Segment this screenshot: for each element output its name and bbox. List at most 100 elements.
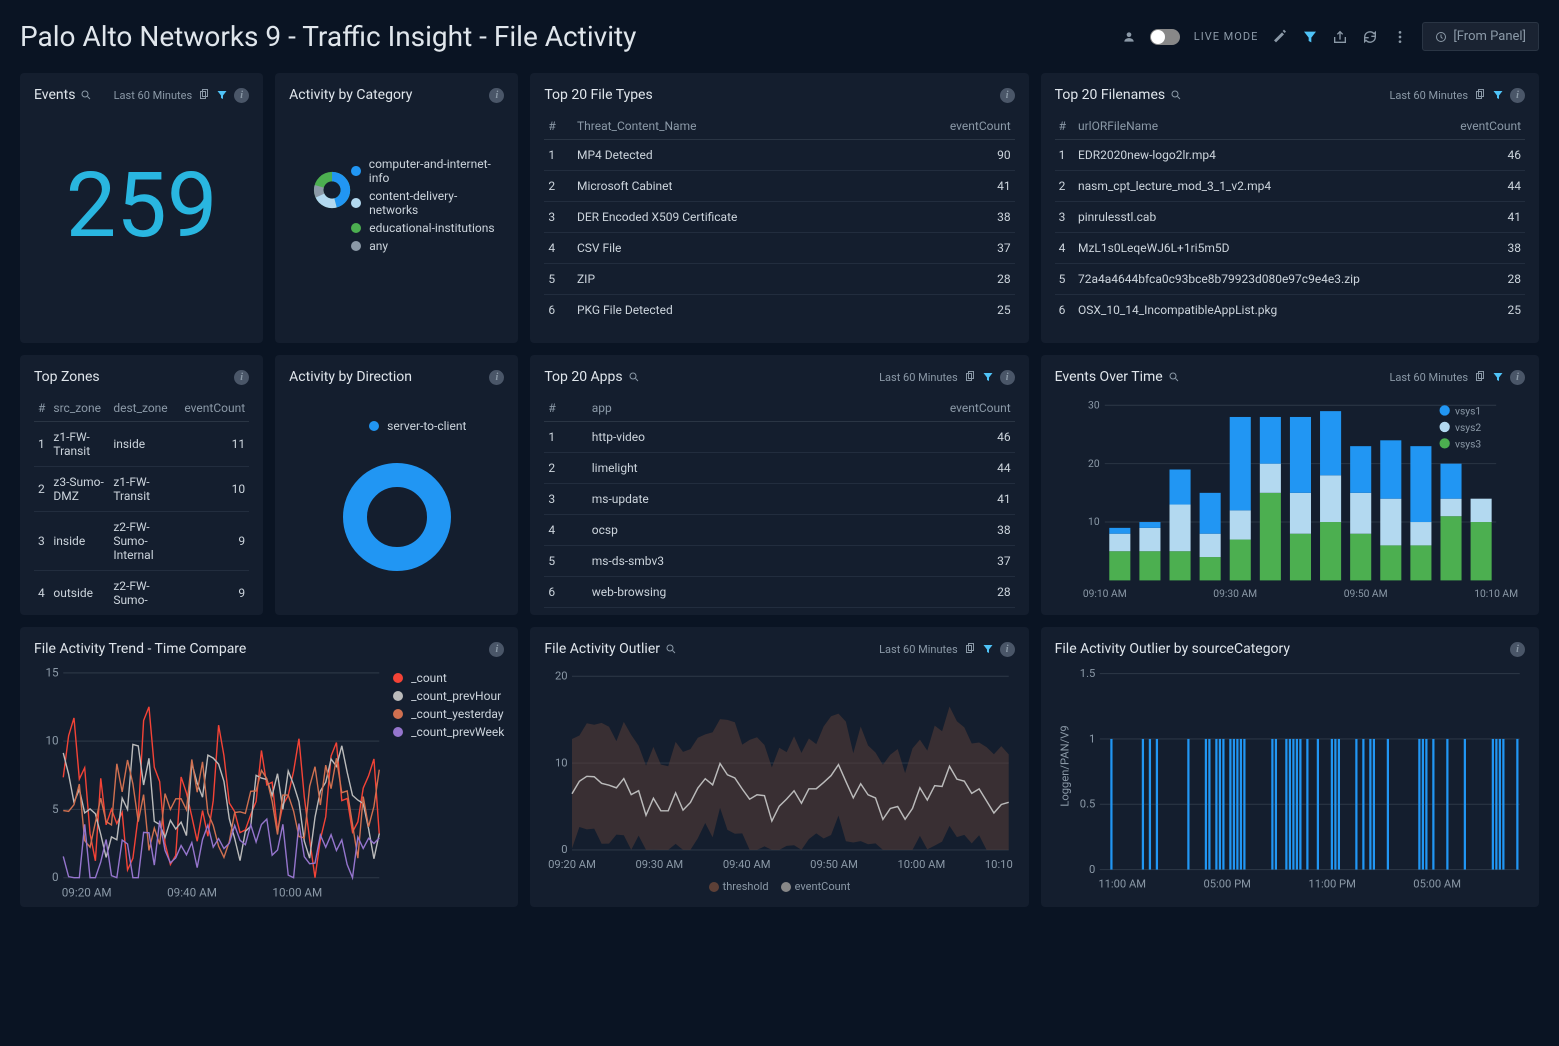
table-row[interactable]: 1z1-FW-Transitinside11 [34,422,249,467]
from-panel-dropdown[interactable]: [From Panel] [1422,22,1539,51]
top-filenames-panel: Top 20 Filenames Last 60 Minutes i #urlO… [1041,73,1539,343]
events-over-time-chart: 10203009:10 AM09:30 AM09:50 AM10:10 AMvs… [1055,395,1525,601]
legend-item[interactable]: any [351,239,504,253]
info-icon[interactable]: i [489,642,504,657]
outlier-source-title: File Activity Outlier by sourceCategory [1055,641,1290,657]
legend-item[interactable]: content-delivery-networks [351,189,504,217]
search-icon[interactable] [1170,89,1182,101]
legend-item[interactable]: server-to-client [369,419,504,433]
info-icon[interactable]: i [1000,642,1015,657]
search-icon[interactable] [1168,371,1180,383]
table-row[interactable]: 572a4a4644bfca0c93bce8b79923d080e97c9e4e… [1055,264,1525,295]
table-row[interactable]: 1EDR2020new-logo2lr.mp446 [1055,140,1525,171]
legend-item[interactable]: computer-and-internet-info [351,157,504,185]
svg-text:0.5: 0.5 [1079,798,1095,811]
copy-icon[interactable] [964,371,976,383]
table-row[interactable]: 3ms-update41 [544,484,1014,515]
table-row[interactable]: 3insidez2-FW-Sumo-Internal9 [34,512,249,571]
info-icon[interactable]: i [489,370,504,385]
filter-icon[interactable] [216,89,228,101]
column-header[interactable]: eventCount [821,395,1015,422]
table-row[interactable]: 4MzL1s0LeqeWJ6L+1ri5m5D38 [1055,233,1525,264]
search-icon[interactable] [80,89,92,101]
filter-icon[interactable] [1492,371,1504,383]
svg-text:09:20 AM: 09:20 AM [62,885,112,899]
legend-item[interactable]: _count_prevWeek [393,725,504,739]
table-row[interactable]: 5ms-ds-smbv337 [544,546,1014,577]
filter-icon[interactable] [982,371,994,383]
legend-item[interactable]: _count [393,671,504,685]
more-icon[interactable] [1392,29,1408,45]
info-icon[interactable]: i [1510,88,1525,103]
table-row[interactable]: 4outsidez2-FW-Sumo-9 [34,571,249,616]
refresh-icon[interactable] [1362,29,1378,45]
column-header[interactable]: src_zone [49,395,109,422]
svg-text:09:30 AM: 09:30 AM [1213,587,1257,600]
info-icon[interactable]: i [234,88,249,103]
legend-item[interactable]: _count_prevHour [393,689,504,703]
info-icon[interactable]: i [234,370,249,385]
column-header[interactable]: eventCount [180,395,249,422]
search-icon[interactable] [628,371,640,383]
info-icon[interactable]: i [1510,370,1525,385]
svg-text:09:20 AM: 09:20 AM [548,858,596,871]
column-header[interactable]: # [34,395,49,422]
edit-icon[interactable] [1272,29,1288,45]
share-icon[interactable] [1332,29,1348,45]
user-icon[interactable] [1122,30,1136,44]
legend-label: educational-institutions [369,221,494,235]
legend-item[interactable]: educational-institutions [351,221,504,235]
time-range-label: Last 60 Minutes [1389,371,1468,384]
column-header[interactable]: dest_zone [109,395,180,422]
legend-dot [369,421,379,431]
live-mode-toggle[interactable] [1150,29,1180,45]
legend-item[interactable]: _count_yesterday [393,707,504,721]
info-icon[interactable]: i [1000,88,1015,103]
table-row[interactable]: 6OSX_10_14_IncompatibleAppList.pkg25 [1055,295,1525,326]
table-row[interactable]: 7apple-update25 [544,608,1014,616]
filter-icon[interactable] [982,643,994,655]
column-header[interactable]: eventCount [1438,113,1525,140]
column-header[interactable]: # [544,395,587,422]
column-header[interactable]: app [588,395,821,422]
copy-icon[interactable] [1474,371,1486,383]
table-row[interactable]: 3DER Encoded X509 Certificate38 [544,202,1014,233]
column-header[interactable]: Threat_Content_Name [573,113,887,140]
table-row[interactable]: 2limelight44 [544,453,1014,484]
table-row[interactable]: 5ZIP28 [544,264,1014,295]
zones-title: Top Zones [34,369,100,385]
search-icon[interactable] [665,643,677,655]
copy-icon[interactable] [1474,89,1486,101]
table-row[interactable]: 2nasm_cpt_lecture_mod_3_1_v2.mp444 [1055,171,1525,202]
activity-by-category-panel: Activity by Category i computer-and-inte… [275,73,518,343]
column-header[interactable]: # [1055,113,1074,140]
table-row[interactable]: 2Microsoft Cabinet41 [544,171,1014,202]
info-icon[interactable]: i [489,88,504,103]
table-row[interactable]: 1MP4 Detected90 [544,140,1014,171]
table-row[interactable]: 4ocsp38 [544,515,1014,546]
copy-icon[interactable] [964,643,976,655]
activity-by-direction-panel: Activity by Direction i server-to-client [275,355,518,615]
legend-label: any [369,239,388,253]
table-row[interactable]: 3pinrulesstl.cab41 [1055,202,1525,233]
info-icon[interactable]: i [1000,370,1015,385]
table-row[interactable]: 6web-browsing28 [544,577,1014,608]
file-activity-outlier-source-panel: File Activity Outlier by sourceCategory … [1041,627,1539,907]
svg-text:5: 5 [52,802,59,816]
column-header[interactable]: eventCount [887,113,1015,140]
time-range-label: Last 60 Minutes [879,643,958,656]
table-row[interactable]: 6PKG File Detected25 [544,295,1014,326]
svg-text:Loggen/PAN/V9: Loggen/PAN/V9 [1058,725,1071,806]
filter-icon[interactable] [1302,29,1318,45]
table-row[interactable]: 2z3-Sumo-DMZz1-FW-Transit10 [34,467,249,512]
svg-text:09:30 AM: 09:30 AM [636,858,684,871]
table-row[interactable]: 1http-video46 [544,422,1014,453]
copy-icon[interactable] [198,89,210,101]
table-row[interactable]: 4CSV File37 [544,233,1014,264]
column-header[interactable]: # [544,113,573,140]
filter-icon[interactable] [1492,89,1504,101]
info-icon[interactable]: i [1510,642,1525,657]
svg-text:10: 10 [555,756,568,769]
time-range-label: Last 60 Minutes [879,371,958,384]
column-header[interactable]: urlORFileName [1074,113,1438,140]
